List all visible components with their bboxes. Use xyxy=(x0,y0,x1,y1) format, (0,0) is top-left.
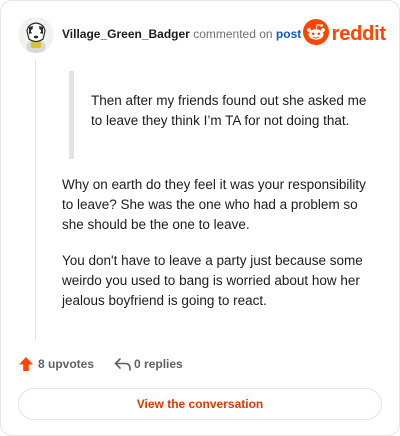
quote-text: Then after my friends found out she aske… xyxy=(91,93,367,128)
reply-count: 0 replies xyxy=(134,357,183,371)
view-conversation-button[interactable]: View the conversation xyxy=(18,388,382,420)
reddit-wordmark: reddit xyxy=(331,22,387,45)
comment-paragraph-2: You don't have to leave a party just bec… xyxy=(62,253,363,308)
comment-header: Village_Green_Badger commented on post r… xyxy=(18,17,386,53)
thread-line xyxy=(35,59,36,341)
author-name[interactable]: Village_Green_Badger xyxy=(62,27,190,41)
upvote-button[interactable]: 8 upvotes xyxy=(18,356,94,372)
avatar[interactable] xyxy=(18,17,54,53)
reddit-snoo-icon xyxy=(302,18,329,50)
reddit-logo[interactable]: reddit xyxy=(302,18,387,50)
upvote-arrow-icon xyxy=(18,356,34,372)
blockquote: Then after my friends found out she aske… xyxy=(69,71,369,159)
upvote-count: 8 upvotes xyxy=(38,357,95,371)
replies-button[interactable]: 0 replies xyxy=(114,356,183,372)
comment-actions: 8 upvotes 0 replies xyxy=(18,354,183,374)
author-line: Village_Green_Badger commented on post xyxy=(62,27,301,41)
comment-card: Village_Green_Badger commented on post r… xyxy=(0,0,400,436)
comment-paragraph-1: Why on earth do they feel it was your re… xyxy=(62,177,366,232)
quote-bar xyxy=(69,71,74,159)
commented-on-text: commented on xyxy=(193,27,273,41)
post-link[interactable]: post xyxy=(276,27,301,41)
reply-arrow-icon xyxy=(114,356,131,372)
